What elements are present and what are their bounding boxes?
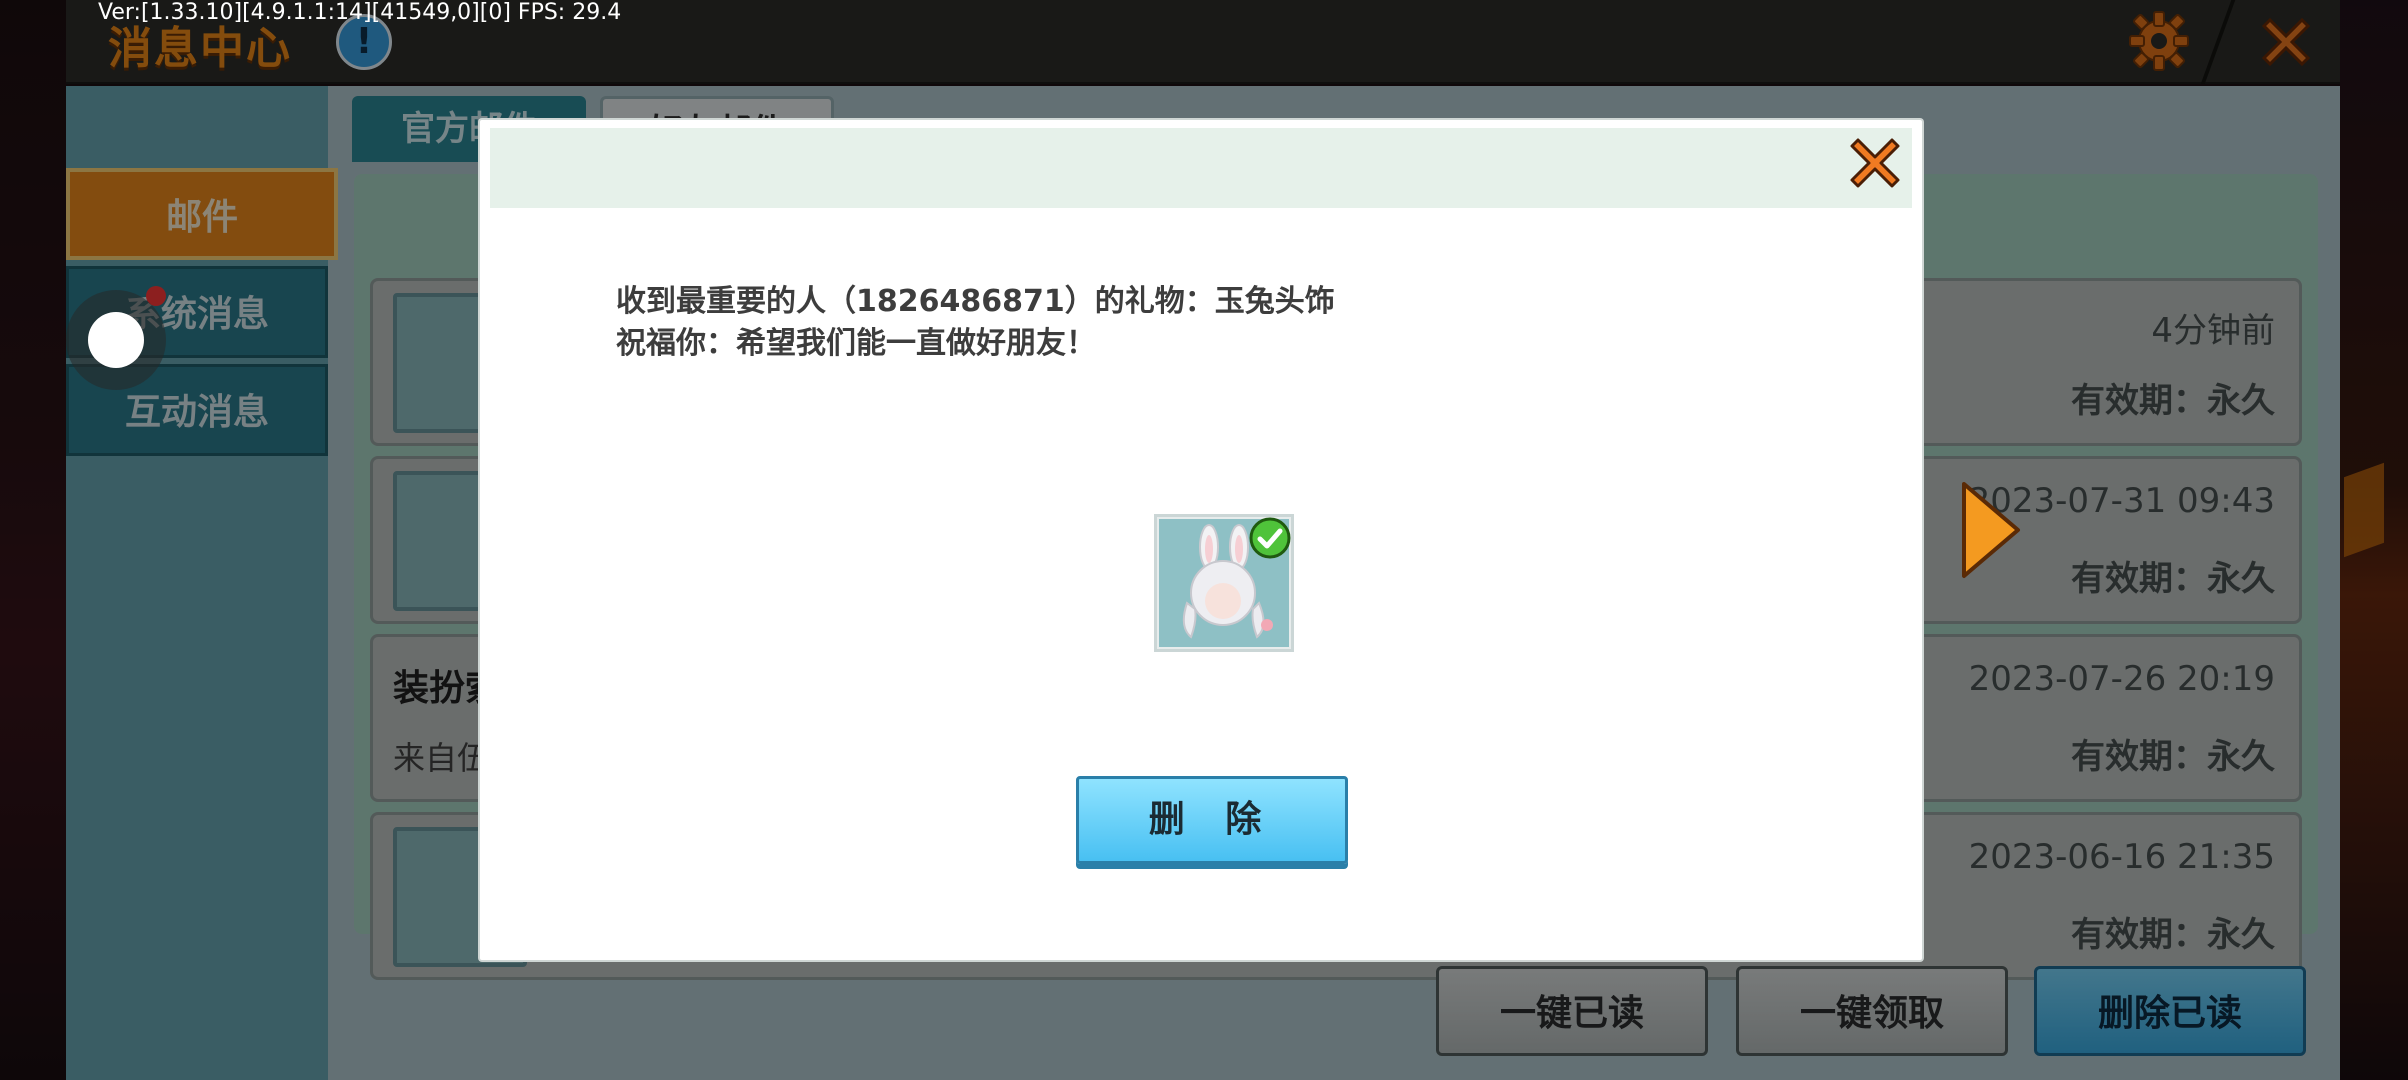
close-icon[interactable] — [1844, 132, 1906, 194]
gift-message: 收到最重要的人（1826486871）的礼物：玉兔头饰 — [616, 284, 1335, 319]
gift-item-slot[interactable] — [1154, 514, 1294, 652]
delete-button[interactable]: 删 除 — [1076, 776, 1348, 864]
mail-detail-dialog: 收到最重要的人（1826486871）的礼物：玉兔头饰 祝福你：希望我们能一直做… — [480, 120, 1922, 960]
debug-fps-readout: Ver:[1.33.10][4.9.1.1:14][41549,0][0] FP… — [98, 0, 622, 25]
dialog-header — [490, 128, 1912, 208]
check-icon — [1249, 517, 1291, 559]
right-arrow-icon[interactable] — [1960, 480, 2022, 580]
floating-assist-button[interactable] — [66, 290, 166, 390]
blessing-message: 祝福你：希望我们能一直做好朋友！ — [616, 326, 1096, 361]
